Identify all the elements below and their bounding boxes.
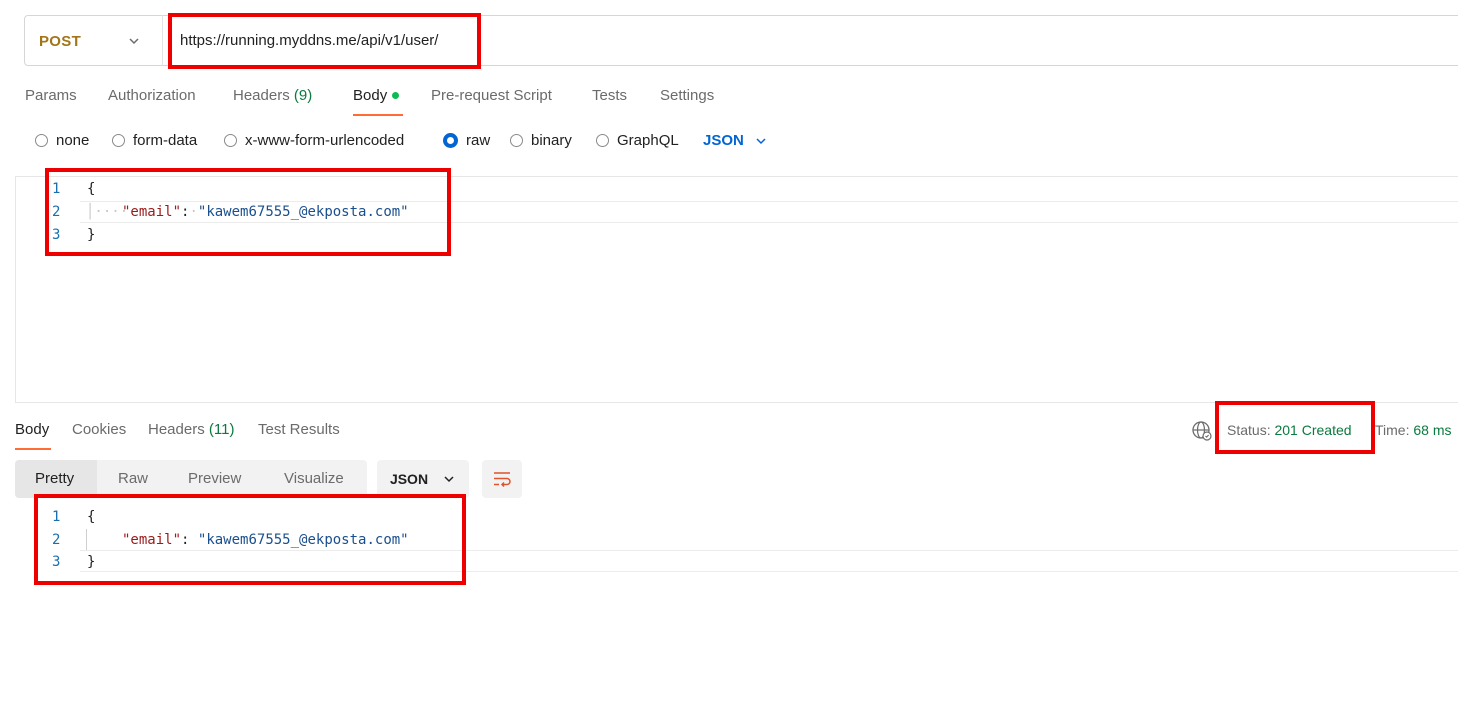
code-brace-open: { — [87, 181, 96, 197]
json-key: "email" — [122, 204, 182, 220]
radio-binary[interactable]: binary — [510, 132, 572, 149]
tab-body[interactable]: Body — [353, 87, 400, 104]
response-tab-headers-count: (11) — [208, 421, 235, 438]
code-brace-close: } — [87, 227, 96, 243]
wrap-lines-icon — [494, 472, 511, 488]
response-tab-body[interactable]: Body — [15, 421, 49, 438]
radio-circle — [35, 134, 48, 147]
response-tab-underline — [15, 448, 51, 450]
tab-pre-request-script[interactable]: Pre-request Script — [431, 87, 552, 104]
tab-headers-label: Headers — [233, 87, 290, 104]
active-line-top — [80, 550, 1458, 551]
time-value: 68 ms — [1413, 422, 1452, 438]
radio-graphql[interactable]: GraphQL — [596, 132, 679, 149]
wrap-lines-button[interactable] — [482, 460, 522, 498]
radio-label: form-data — [133, 132, 198, 149]
chevron-down-icon — [129, 38, 139, 45]
time-label: Time: — [1375, 422, 1410, 438]
radio-circle — [112, 134, 125, 147]
view-pretty[interactable]: Pretty — [35, 470, 74, 487]
tab-tests[interactable]: Tests — [592, 87, 627, 104]
radio-circle-selected — [443, 133, 458, 148]
tab-settings[interactable]: Settings — [660, 87, 714, 104]
radio-form-data[interactable]: form-data — [112, 132, 197, 149]
view-preview[interactable]: Preview — [188, 470, 241, 487]
json-value: "kawem67555_@ekposta.com" — [197, 204, 409, 220]
code-brace-close: } — [87, 554, 96, 570]
json-colon: : — [181, 532, 190, 548]
tab-authorization[interactable]: Authorization — [108, 87, 196, 104]
radio-label: x-www-form-urlencoded — [245, 132, 405, 149]
line-number: 1 — [52, 181, 61, 197]
tab-body-label: Body — [353, 87, 388, 104]
radio-x-www-form-urlencoded[interactable]: x-www-form-urlencoded — [224, 132, 404, 149]
indent-guide — [86, 529, 87, 550]
active-line-bottom — [80, 222, 1458, 223]
line-number: 3 — [52, 554, 61, 570]
radio-circle — [224, 134, 237, 147]
url-input[interactable]: https://running.myddns.me/api/v1/user/ — [180, 32, 438, 49]
line-number: 3 — [52, 227, 61, 243]
line-number: 2 — [52, 532, 61, 548]
tab-headers-count: (9) — [293, 87, 313, 104]
line-number: 1 — [52, 509, 61, 525]
radio-circle — [510, 134, 523, 147]
view-raw[interactable]: Raw — [118, 470, 148, 487]
body-indicator-dot — [392, 91, 400, 99]
response-tab-cookies[interactable]: Cookies — [72, 421, 126, 438]
radio-label: raw — [466, 132, 491, 149]
tab-headers[interactable]: Headers (9) — [233, 87, 312, 104]
active-line-bottom — [80, 571, 1458, 572]
line-number: 2 — [52, 204, 61, 220]
response-format-dropdown[interactable]: JSON — [377, 460, 469, 498]
status-label: Status: — [1227, 422, 1271, 438]
response-tab-test-results[interactable]: Test Results — [258, 421, 340, 438]
radio-label: GraphQL — [617, 132, 679, 149]
radio-none[interactable]: none — [35, 132, 89, 149]
code-brace-open: { — [87, 509, 96, 525]
active-line-top — [80, 201, 1458, 202]
response-tab-headers-label: Headers — [148, 421, 205, 438]
active-tab-underline — [353, 114, 403, 116]
chevron-down-icon — [444, 476, 454, 483]
view-visualize[interactable]: Visualize — [284, 470, 344, 487]
body-format-dropdown[interactable]: JSON — [703, 132, 768, 149]
radio-label: binary — [531, 132, 572, 149]
json-value: "kawem67555_@ekposta.com" — [197, 532, 409, 548]
chevron-down-icon — [756, 137, 766, 144]
globe-icon[interactable] — [1191, 420, 1213, 442]
response-status[interactable]: Status: 201 Created — [1227, 422, 1352, 438]
method-label: POST — [39, 33, 82, 50]
radio-raw[interactable]: raw — [443, 132, 490, 149]
tab-params[interactable]: Params — [25, 87, 77, 104]
response-time[interactable]: Time: 68 ms — [1375, 422, 1452, 438]
body-format-label: JSON — [703, 132, 744, 149]
code-line: "email":·"kawem67555_@ekposta.com" — [122, 204, 409, 220]
status-value: 201 Created — [1274, 422, 1352, 438]
radio-circle — [596, 134, 609, 147]
response-format-label: JSON — [389, 471, 429, 487]
radio-label: none — [56, 132, 90, 149]
json-key: "email" — [122, 532, 182, 548]
code-line: "email": "kawem67555_@ekposta.com" — [122, 532, 409, 548]
response-tab-headers[interactable]: Headers (11) — [148, 421, 234, 438]
